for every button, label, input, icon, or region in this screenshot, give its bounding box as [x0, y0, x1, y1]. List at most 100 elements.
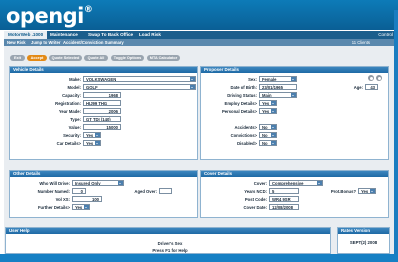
security-select[interactable]: Yes: [83, 132, 101, 138]
next-driver-icon[interactable]: [376, 75, 382, 81]
exit-button[interactable]: Exit: [10, 55, 25, 61]
clients-count: 11 Clients: [351, 40, 370, 45]
mta-calculator-button[interactable]: MTA Calculator: [147, 55, 180, 61]
user-help-panel: User Help Driver's Sex Press F1 for Help: [5, 227, 331, 254]
vehicle-details-panel: Vehicle Details Make: VOLKSWAGEN Model: …: [9, 66, 198, 160]
employ-details-select[interactable]: Yes: [259, 100, 277, 106]
control-button[interactable]: Control: [375, 31, 396, 39]
capacity-label: Capacity:: [62, 93, 81, 98]
who-will-drive-select[interactable]: Insured Only: [72, 180, 124, 186]
prot-bonus-select[interactable]: Yes: [358, 188, 376, 194]
disabled-select[interactable]: No: [259, 140, 277, 146]
help-line-2: Press F1 for Help: [152, 248, 188, 253]
other-details-title: Other Details: [10, 171, 197, 177]
chevron-down-icon: [271, 133, 276, 137]
model-select[interactable]: GOLF: [83, 84, 196, 90]
cover-select[interactable]: Comprehensive: [269, 180, 323, 186]
years-ncd-label: Years NCD:: [244, 189, 267, 194]
number-named-field[interactable]: 0: [72, 188, 86, 194]
chevron-down-icon: [84, 205, 89, 209]
number-named-label: Number Named:: [37, 189, 70, 194]
accidents-select[interactable]: No: [259, 124, 277, 130]
chevron-down-icon: [271, 109, 276, 113]
who-will-drive-label: Who Will Drive:: [39, 181, 70, 186]
accept-button[interactable]: Accept: [27, 55, 47, 61]
age-field: 43: [365, 84, 378, 90]
year-made-label: Year Made:: [58, 109, 81, 114]
car-details-label: Car Details>: [56, 141, 81, 146]
capacity-field[interactable]: 1968: [83, 92, 121, 98]
menu-swap-back-office[interactable]: Swap To Back Office: [84, 31, 137, 39]
disabled-label: Disabled>: [237, 141, 257, 146]
make-select[interactable]: VOLKSWAGEN: [83, 76, 196, 82]
cover-date-field[interactable]: 12/08/2008: [269, 204, 299, 210]
opengi-logo: opengi®: [6, 4, 93, 28]
dob-label: Date of Birth:: [230, 85, 257, 90]
model-label: Model:: [67, 85, 82, 90]
side-stripe: [394, 10, 398, 262]
menu-load-risk[interactable]: Load Risk: [135, 31, 165, 39]
years-ncd-field[interactable]: 5: [269, 188, 299, 194]
chevron-down-icon: [95, 133, 100, 137]
quote-all-button[interactable]: Quote All: [84, 55, 108, 61]
submenu-new-risk[interactable]: New Risk: [7, 39, 26, 46]
value-field[interactable]: 15000: [83, 124, 121, 130]
post-code-label: Post Code:: [244, 197, 267, 202]
convictions-select[interactable]: No: [259, 132, 277, 138]
sex-select[interactable]: Female: [259, 76, 297, 82]
header-bar: opengi®: [0, 0, 398, 30]
aged-over-label: Aged Over:: [134, 189, 157, 194]
main-menu: MotorWeb .1000 Maintenance Swap To Back …: [4, 31, 398, 39]
toggle-options-button[interactable]: Toggle Options: [111, 55, 144, 61]
chevron-down-icon: [317, 181, 322, 185]
cover-date-label: Cover Date:: [243, 205, 267, 210]
rates-version-value: SEPT(2) 2008: [349, 240, 378, 245]
dob-field[interactable]: 23/01/1965: [259, 84, 297, 90]
prev-driver-icon[interactable]: [368, 75, 374, 81]
menu-maintenance[interactable]: Maintenance: [46, 31, 82, 39]
aged-over-field[interactable]: [159, 188, 172, 194]
driving-status-label: Driving Status:: [227, 93, 257, 98]
car-details-select[interactable]: Yes: [83, 140, 101, 146]
type-field[interactable]: GT TDI (140): [83, 116, 121, 122]
chevron-down-icon: [190, 77, 195, 81]
chevron-down-icon: [271, 101, 276, 105]
sub-menu: New Risk Jump to Writer Accident/Convict…: [4, 39, 398, 46]
vol-xs-field[interactable]: 100: [72, 196, 102, 202]
help-text: Driver's Sex Press F1 for Help: [106, 240, 234, 254]
personal-details-select[interactable]: Yes: [259, 108, 277, 114]
type-label: Type:: [70, 117, 81, 122]
quote-selected-button[interactable]: Quote Selected: [49, 55, 82, 61]
registration-field[interactable]: HIJ99 THG: [83, 100, 121, 106]
value-label: Value:: [68, 125, 81, 130]
employ-details-label: Employ Details>: [224, 101, 257, 106]
accidents-label: Accidents>: [234, 125, 257, 130]
submenu-accident-summary[interactable]: Accident/Conviction Summary: [63, 39, 124, 46]
security-label: Security:: [63, 133, 81, 138]
vol-xs-label: Vol XS:: [55, 197, 70, 202]
app-window: opengi® MotorWeb .1000 Maintenance Swap …: [0, 0, 398, 262]
chevron-down-icon: [190, 85, 195, 89]
chevron-down-icon: [271, 141, 276, 145]
chevron-down-icon: [95, 141, 100, 145]
other-details-panel: Other Details Who Will Drive: Insured On…: [9, 170, 198, 218]
chevron-down-icon: [370, 189, 375, 193]
further-details-select[interactable]: Yes: [72, 204, 90, 210]
user-help-title: User Help: [6, 228, 330, 234]
chevron-down-icon: [118, 181, 123, 185]
proposer-details-title: Proposer Details: [201, 67, 388, 73]
rates-version-panel: Rates Version SEPT(2) 2008: [337, 227, 390, 254]
year-made-field[interactable]: 2006: [83, 108, 121, 114]
vehicle-details-title: Vehicle Details: [10, 67, 197, 73]
menu-motorweb[interactable]: MotorWeb .1000: [4, 31, 48, 39]
driving-status-select[interactable]: Main: [259, 92, 297, 98]
make-label: Make:: [69, 77, 81, 82]
submenu-jump-to-writer[interactable]: Jump to Writer: [31, 39, 60, 46]
further-details-label: Further Details>: [38, 205, 70, 210]
chevron-down-icon: [271, 125, 276, 129]
bottom-stripe: [0, 254, 398, 262]
age-label: Age:: [353, 85, 363, 90]
convictions-label: Convictions>: [230, 133, 257, 138]
cover-label: Cover:: [253, 181, 267, 186]
post-code-field[interactable]: WR4 9SR: [269, 196, 299, 202]
